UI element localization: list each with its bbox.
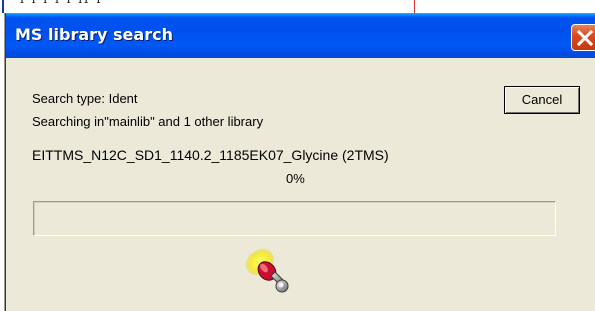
close-icon bbox=[577, 30, 593, 46]
searching-in-label: Searching in"mainlib" and 1 other librar… bbox=[32, 114, 264, 129]
searchlight-icon bbox=[243, 245, 293, 297]
cancel-button[interactable]: Cancel bbox=[504, 86, 580, 114]
title-bar[interactable]: MS library search bbox=[6, 13, 595, 58]
background-window-fragment: ı ı ı ı ı ıſ ſ bbox=[0, 0, 595, 13]
search-progress-bar bbox=[33, 201, 556, 236]
background-red-line bbox=[414, 0, 415, 13]
compound-name-label: EITTMS_N12C_SD1_1140.2_1185EK07_Glycine … bbox=[32, 147, 389, 163]
dialog-title: MS library search bbox=[15, 25, 173, 44]
close-button[interactable] bbox=[571, 24, 595, 51]
progress-percent-label: 0% bbox=[286, 171, 305, 186]
ms-library-search-dialog: MS library search Search type: Ident Sea… bbox=[5, 13, 595, 311]
background-text-fragment: ı ı ı ı ı ıſ ſ bbox=[20, 0, 130, 4]
screen: ı ı ı ı ı ıſ ſ MS library search Search … bbox=[0, 0, 595, 311]
background-window-edge bbox=[2, 0, 4, 13]
search-type-label: Search type: Ident bbox=[32, 91, 138, 106]
